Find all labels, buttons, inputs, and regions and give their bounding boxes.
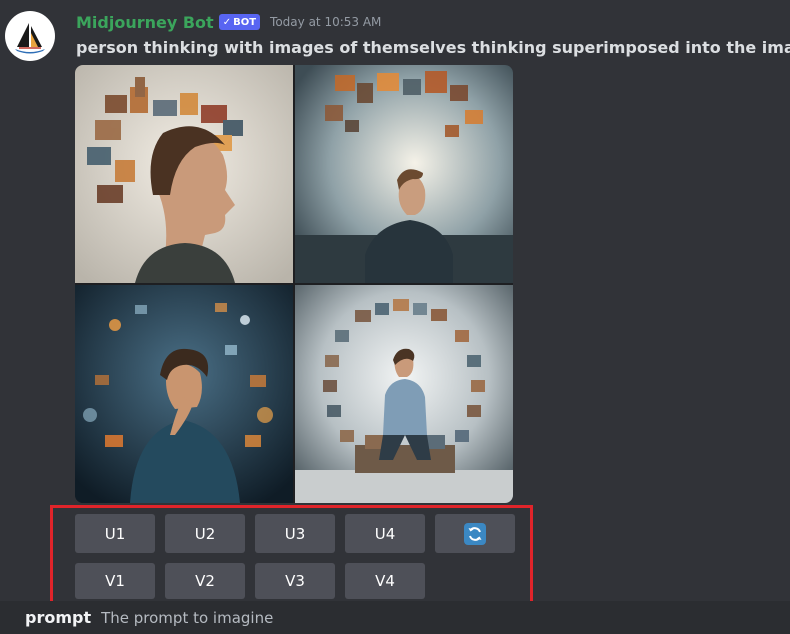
sailboat-icon: [15, 23, 45, 54]
bot-badge-label: BOT: [233, 16, 257, 28]
prompt-option-description: The prompt to imagine: [101, 608, 274, 627]
variation-1-button[interactable]: V1: [75, 563, 155, 599]
upscale-2-button[interactable]: U2: [165, 514, 245, 553]
reroll-button[interactable]: [435, 514, 515, 553]
prompt-option-name: prompt: [25, 608, 92, 627]
message-content: person thinking with images of themselve…: [76, 38, 790, 57]
command-option-bar[interactable]: prompt The prompt to imagine: [0, 601, 790, 634]
variation-2-button[interactable]: V2: [165, 563, 245, 599]
image-tile-2[interactable]: [295, 65, 513, 283]
bot-badge: ✓ BOT: [218, 14, 261, 30]
message-timestamp: Today at 10:53 AM: [270, 15, 382, 29]
author-name[interactable]: Midjourney Bot: [76, 13, 214, 32]
image-tile-1[interactable]: [75, 65, 293, 283]
refresh-icon: [464, 522, 486, 545]
upscale-3-button[interactable]: U3: [255, 514, 335, 553]
verified-check-icon: ✓: [222, 16, 232, 28]
variation-3-button[interactable]: V3: [255, 563, 335, 599]
image-tile-3[interactable]: [75, 285, 293, 503]
image-tile-4[interactable]: [295, 285, 513, 503]
upscale-4-button[interactable]: U4: [345, 514, 425, 553]
message-header: Midjourney Bot ✓ BOT Today at 10:53 AM: [76, 11, 381, 33]
upscale-1-button[interactable]: U1: [75, 514, 155, 553]
variation-4-button[interactable]: V4: [345, 563, 425, 599]
bot-avatar[interactable]: [5, 11, 55, 61]
image-grid[interactable]: [75, 65, 513, 503]
